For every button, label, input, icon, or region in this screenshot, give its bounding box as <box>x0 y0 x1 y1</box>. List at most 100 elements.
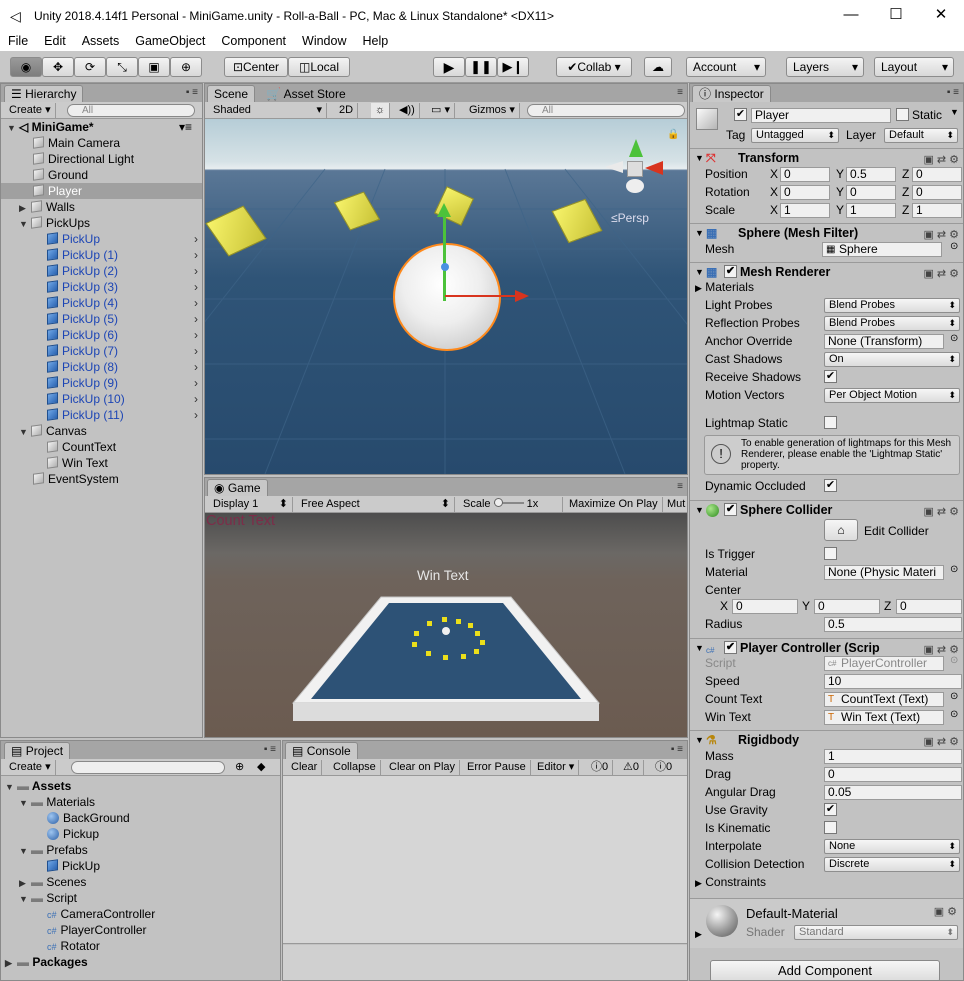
chevron-right-icon[interactable]: › <box>194 311 198 327</box>
object-picker-icon[interactable]: ⊙ <box>950 564 958 575</box>
hierarchy-prefab-item[interactable]: PickUp (1) › <box>47 247 202 263</box>
hierarchy-item[interactable]: Directional Light <box>33 151 134 167</box>
chevron-right-icon[interactable]: › <box>194 279 198 295</box>
panel-menu-icon[interactable]: ≡ <box>677 87 683 98</box>
hierarchy-prefab-item[interactable]: PickUp (2) › <box>47 263 202 279</box>
console-detail-area[interactable] <box>283 945 687 980</box>
hierarchy-search-input[interactable]: All <box>67 104 195 117</box>
menu-component[interactable]: Component <box>213 34 294 48</box>
project-folder[interactable]: ▼ ▬ Materials <box>19 794 95 810</box>
project-create-dropdown[interactable]: Create ▾ <box>5 760 56 775</box>
maximize-button[interactable]: ☐ <box>873 0 919 31</box>
sphere-collider-enabled-checkbox[interactable]: ✔ <box>724 503 737 516</box>
move-tool-button[interactable]: ✥ <box>42 57 74 77</box>
maximize-on-play-toggle[interactable]: Maximize On Play <box>565 497 663 512</box>
hierarchy-item[interactable]: ▶ Walls <box>19 199 75 215</box>
gizmo-neg-y-cone-icon[interactable] <box>626 179 644 193</box>
chevron-right-icon[interactable]: › <box>194 247 198 263</box>
scale-tool-button[interactable]: ⤡ <box>106 57 138 77</box>
fold-arrow-icon[interactable]: ▼ <box>695 639 704 657</box>
project-asset[interactable]: c# CameraController <box>47 906 155 922</box>
lock-icon[interactable]: 🔒 <box>667 129 679 140</box>
error-count-toggle[interactable]: ⓘ0 <box>651 760 676 775</box>
gizmo-x-cone-icon[interactable] <box>645 161 663 175</box>
transform-header[interactable]: ▼ ⤧ Transform ▣⇄⚙ <box>690 148 963 166</box>
player-controller-header[interactable]: ▼ c# ✔ Player Controller (Scrip ▣⇄⚙ <box>690 638 963 657</box>
expand-arrow-icon[interactable]: ▼ <box>19 424 31 440</box>
display-dropdown[interactable]: Display 1 ⬍ <box>209 497 293 512</box>
menu-file[interactable]: File <box>0 34 36 48</box>
mesh-field[interactable]: ▦ Sphere <box>822 242 942 257</box>
error-pause-toggle[interactable]: Error Pause <box>463 760 531 775</box>
tab-inspector[interactable]: ⓘ Inspector <box>692 85 771 102</box>
move-gizmo-x-axis[interactable] <box>445 295 517 297</box>
tab-scene[interactable]: Scene <box>207 85 256 102</box>
panel-menu-icon[interactable]: ▪ ≡ <box>671 744 683 755</box>
info-count-toggle[interactable]: ⓘ0 <box>587 760 614 775</box>
project-asset[interactable]: BackGround <box>47 810 130 826</box>
tag-dropdown[interactable]: Untagged <box>751 128 839 143</box>
menu-edit[interactable]: Edit <box>36 34 74 48</box>
x-arrow-icon[interactable] <box>515 290 529 302</box>
hierarchy-item[interactable]: ▼ Canvas <box>19 423 87 439</box>
project-asset[interactable]: c# PlayerController <box>47 922 147 938</box>
project-folder[interactable]: ▼ ▬ Prefabs <box>19 842 88 858</box>
transform-tool-button[interactable]: ⊕ <box>170 57 202 77</box>
rotation-y-field[interactable]: 0 <box>846 185 896 200</box>
anchor-override-field[interactable]: None (Transform) <box>824 334 944 349</box>
position-x-field[interactable]: 0 <box>780 167 830 182</box>
sphere-collider-header[interactable]: ▼ ✔ Sphere Collider ▣⇄⚙ <box>690 500 963 518</box>
menu-gameobject[interactable]: GameObject <box>127 34 213 48</box>
gizmo-neg-x-cone-icon[interactable] <box>605 161 623 173</box>
warning-count-toggle[interactable]: ⚠0 <box>619 760 644 775</box>
hierarchy-prefab-item[interactable]: PickUp (9) › <box>47 375 202 391</box>
is-trigger-checkbox[interactable] <box>824 547 837 560</box>
center-y-field[interactable]: 0 <box>814 599 880 614</box>
hierarchy-prefab-item[interactable]: PickUp (4) › <box>47 295 202 311</box>
win-text-field[interactable]: T Win Text (Text) <box>824 710 944 725</box>
filter-by-label-icon[interactable]: ◆ <box>257 760 265 773</box>
rotate-tool-button[interactable]: ⟳ <box>74 57 106 77</box>
materials-foldout[interactable]: ▶ Materials <box>695 279 754 296</box>
panel-menu-icon[interactable]: ≡ <box>677 481 683 492</box>
cast-shadows-dropdown[interactable]: On <box>824 352 960 367</box>
project-folder[interactable]: ▼ ▬ Script <box>19 890 77 906</box>
chevron-right-icon[interactable]: › <box>194 359 198 375</box>
persp-label[interactable]: ≤Persp <box>611 211 649 225</box>
mesh-filter-header[interactable]: ▼ ▦ Sphere (Mesh Filter) ▣⇄⚙ <box>690 223 963 241</box>
scale-thumb[interactable] <box>493 498 503 507</box>
rotation-z-field[interactable]: 0 <box>912 185 962 200</box>
radius-field[interactable]: 0.5 <box>824 617 962 632</box>
project-search-input[interactable] <box>71 761 225 774</box>
position-y-field[interactable]: 0.5 <box>846 167 896 182</box>
pause-button[interactable]: ❚❚ <box>465 57 497 77</box>
expand-arrow-icon[interactable]: ▼ <box>7 120 19 136</box>
project-folder[interactable]: ▼ ▬ Assets <box>5 778 71 794</box>
layers-dropdown[interactable]: Layers ▾ <box>786 57 864 77</box>
physic-material-field[interactable]: None (Physic Materi <box>824 565 944 580</box>
rect-tool-button[interactable]: ▣ <box>138 57 170 77</box>
tab-console[interactable]: ▤ Console <box>285 742 358 759</box>
layout-dropdown[interactable]: Layout ▾ <box>874 57 954 77</box>
add-component-button[interactable]: Add Component <box>710 960 940 980</box>
move-gizmo-y-axis[interactable] <box>443 211 446 301</box>
account-dropdown[interactable]: Account ▾ <box>686 57 766 77</box>
receive-shadows-checkbox[interactable]: ✔ <box>824 370 837 383</box>
speed-field[interactable]: 10 <box>824 674 962 689</box>
chevron-right-icon[interactable]: › <box>194 231 198 247</box>
mesh-renderer-header[interactable]: ▼ ▦ ✔ Mesh Renderer ▣⇄⚙ <box>690 262 963 280</box>
aspect-dropdown[interactable]: Free Aspect ⬍ <box>297 497 455 512</box>
hierarchy-prefab-item[interactable]: PickUp (3) › <box>47 279 202 295</box>
chevron-right-icon[interactable]: › <box>194 391 198 407</box>
close-button[interactable]: ✕ <box>918 0 964 31</box>
center-x-field[interactable]: 0 <box>732 599 798 614</box>
hierarchy-item[interactable]: CountText <box>47 439 116 455</box>
project-folder[interactable]: ▶ ▬ Scenes <box>19 874 86 890</box>
edit-collider-button[interactable]: ⌂ <box>824 519 858 541</box>
hierarchy-item-selected[interactable]: Player <box>1 183 202 199</box>
hierarchy-prefab-item[interactable]: PickUp (8) › <box>47 359 202 375</box>
chevron-right-icon[interactable]: › <box>194 263 198 279</box>
player-controller-enabled-checkbox[interactable]: ✔ <box>724 641 737 654</box>
hierarchy-item[interactable]: ▼ PickUps <box>19 215 90 231</box>
menu-assets[interactable]: Assets <box>74 34 128 48</box>
